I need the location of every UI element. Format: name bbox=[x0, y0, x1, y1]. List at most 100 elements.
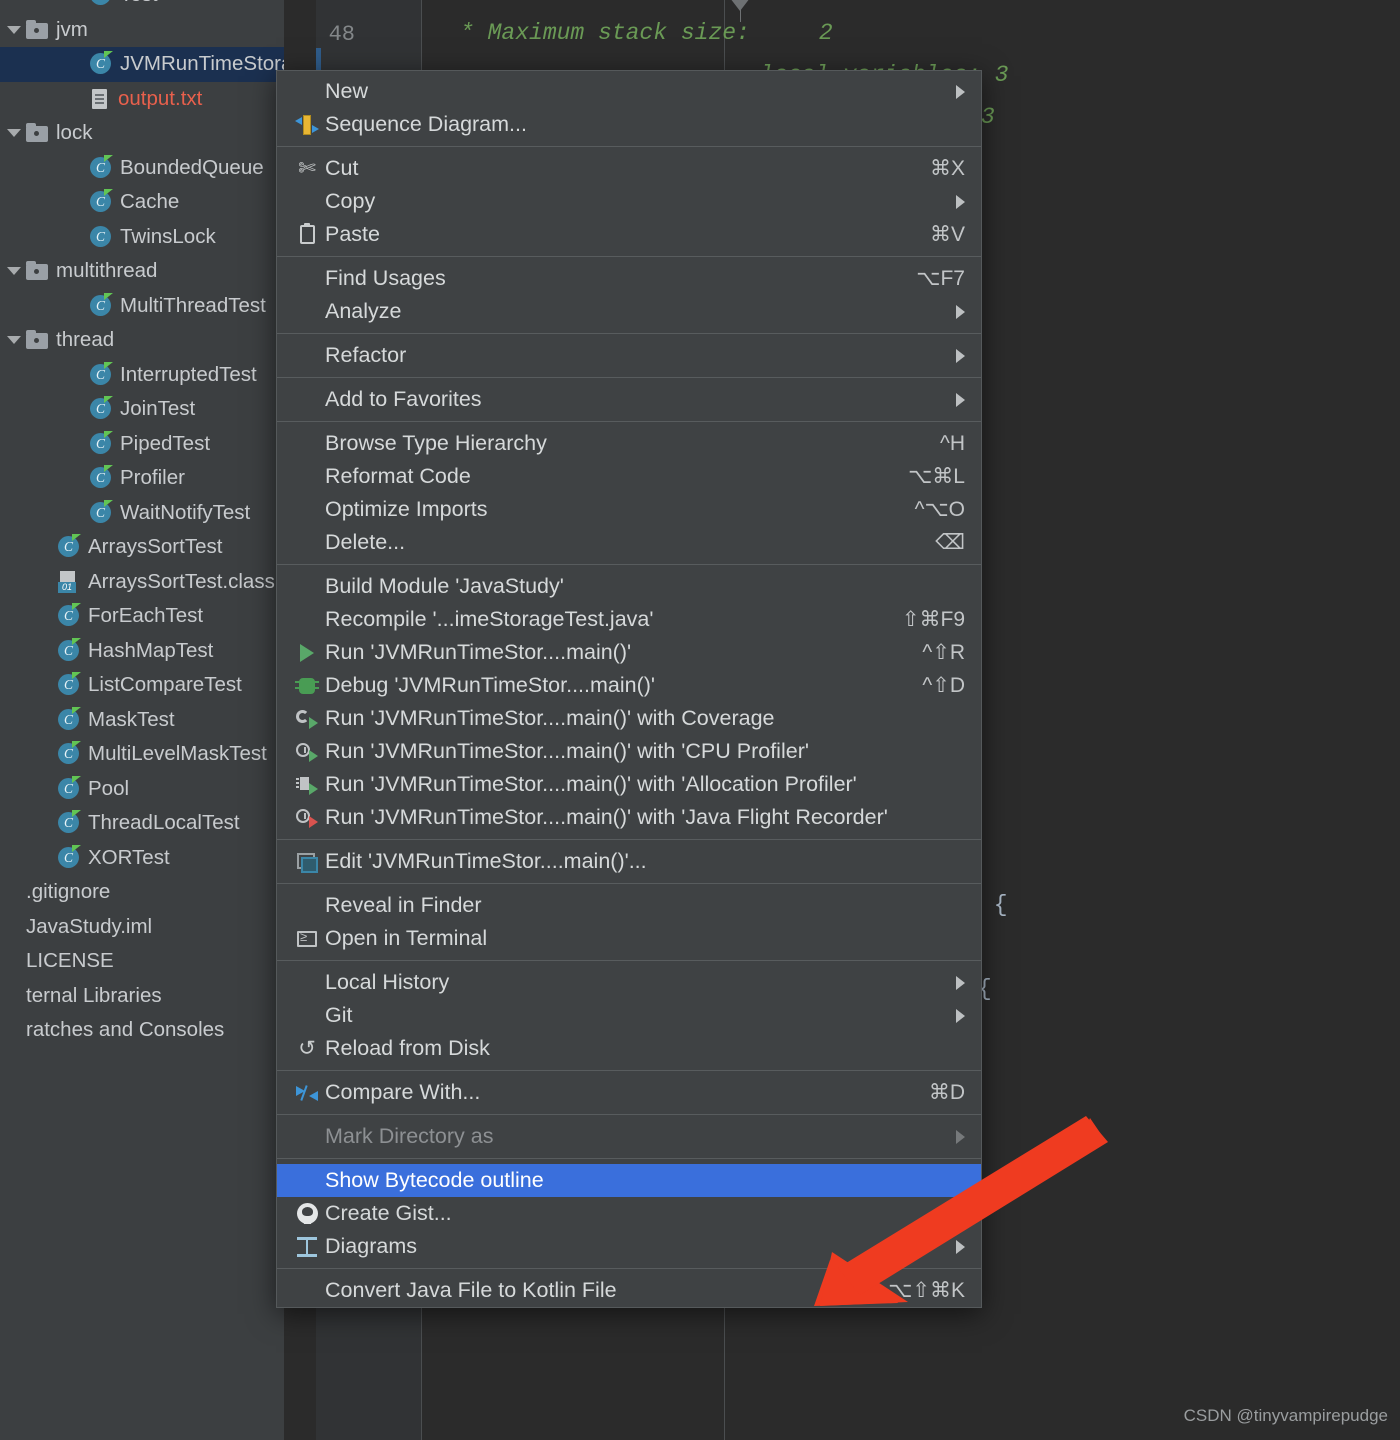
menu-item-reformat-code[interactable]: Reformat Code ⌥⌘L bbox=[277, 460, 981, 493]
menu-item-edit-jvmruntimestor-main[interactable]: Edit 'JVMRunTimeStor....main()'... bbox=[277, 845, 981, 878]
submenu-chevron-right-icon[interactable] bbox=[956, 84, 965, 99]
tree-item-cache[interactable]: Cache bbox=[0, 185, 284, 220]
submenu-chevron-right-icon[interactable] bbox=[956, 348, 965, 363]
menu-item-reload-from-disk[interactable]: ↺ Reload from Disk bbox=[277, 1032, 981, 1065]
tree-item-thread[interactable]: thread bbox=[0, 323, 284, 358]
menu-item-icon bbox=[291, 575, 323, 599]
tree-item-jvm[interactable]: jvm bbox=[0, 13, 284, 48]
menu-item-label: New bbox=[325, 79, 369, 103]
menu-item-convert-java-file-to-kotlin-file[interactable]: Convert Java File to Kotlin File ⌥⇧⌘K bbox=[277, 1274, 981, 1307]
menu-item-analyze[interactable]: Analyze bbox=[277, 295, 981, 328]
menu-separator bbox=[277, 1158, 981, 1159]
menu-item-label: Refactor bbox=[325, 343, 407, 367]
menu-item-local-history[interactable]: Local History bbox=[277, 966, 981, 999]
tree-item-jointest[interactable]: JoinTest bbox=[0, 392, 284, 427]
tree-item-twinslock[interactable]: TwinsLock bbox=[0, 220, 284, 255]
tree-expand-twisty-icon[interactable] bbox=[4, 261, 24, 281]
code-fold-chevron-icon[interactable] bbox=[730, 0, 752, 24]
submenu-chevron-right-icon[interactable] bbox=[956, 1129, 965, 1144]
tree-item-xortest[interactable]: XORTest bbox=[0, 841, 284, 876]
submenu-chevron-right-icon[interactable] bbox=[956, 194, 965, 209]
tree-item-pool[interactable]: Pool bbox=[0, 772, 284, 807]
menu-item-run-jvmruntimestor-main-with-cpu-profiler[interactable]: Run 'JVMRunTimeStor....main()' with 'CPU… bbox=[277, 735, 981, 768]
menu-item-icon: ↺ bbox=[291, 1037, 323, 1061]
tree-item-multithreadtest[interactable]: MultiThreadTest bbox=[0, 289, 284, 324]
menu-item-run-jvmruntimestor-main-with-java-flight-recorder[interactable]: Run 'JVMRunTimeStor....main()' with 'Jav… bbox=[277, 801, 981, 834]
tree-item-test[interactable]: Test bbox=[0, 0, 284, 13]
tree-item-arrayssorttest-class[interactable]: ArraysSortTest.class bbox=[0, 565, 284, 600]
tree-twisty-placeholder bbox=[4, 986, 24, 1006]
menu-item-diagrams[interactable]: Diagrams bbox=[277, 1230, 981, 1263]
menu-item-run-jvmruntimestor-main[interactable]: Run 'JVMRunTimeStor....main()' ^⇧R bbox=[277, 636, 981, 669]
menu-item-delete[interactable]: Delete... ⌫ bbox=[277, 526, 981, 559]
edit-config-icon bbox=[297, 852, 318, 873]
tree-item-foreachtest[interactable]: ForEachTest bbox=[0, 599, 284, 634]
menu-item-run-jvmruntimestor-main-with-coverage[interactable]: Run 'JVMRunTimeStor....main()' with Cove… bbox=[277, 702, 981, 735]
menu-item-find-usages[interactable]: Find Usages ⌥F7 bbox=[277, 262, 981, 295]
menu-item-copy[interactable]: Copy bbox=[277, 185, 981, 218]
menu-item-add-to-favorites[interactable]: Add to Favorites bbox=[277, 383, 981, 416]
tree-item-threadlocaltest[interactable]: ThreadLocalTest bbox=[0, 806, 284, 841]
menu-item-icon bbox=[291, 190, 323, 214]
tree-expand-twisty-icon[interactable] bbox=[4, 123, 24, 143]
submenu-chevron-right-icon[interactable] bbox=[956, 975, 965, 990]
menu-item-optimize-imports[interactable]: Optimize Imports ^⌥O bbox=[277, 493, 981, 526]
tree-item-lock[interactable]: lock bbox=[0, 116, 284, 151]
menu-item-sequence-diagram[interactable]: Sequence Diagram... bbox=[277, 108, 981, 141]
menu-item-label: Delete... bbox=[325, 530, 406, 554]
tree-item-license[interactable]: LICENSE bbox=[0, 944, 284, 979]
menu-item-browse-type-hierarchy[interactable]: Browse Type Hierarchy ^H bbox=[277, 427, 981, 460]
menu-item-new[interactable]: New bbox=[277, 75, 981, 108]
menu-item-icon bbox=[291, 1235, 323, 1259]
menu-item-create-gist[interactable]: Create Gist... bbox=[277, 1197, 981, 1230]
context-menu[interactable]: New Sequence Diagram... ✄ Cut ⌘X Copy Paste ⌘V F… bbox=[276, 70, 982, 1308]
menu-item-paste[interactable]: Paste ⌘V bbox=[277, 218, 981, 251]
menu-item-label: Add to Favorites bbox=[325, 387, 482, 411]
menu-item-build-module-javastudy[interactable]: Build Module 'JavaStudy' bbox=[277, 570, 981, 603]
menu-item-icon bbox=[291, 432, 323, 456]
tree-item-pipedtest[interactable]: PipedTest bbox=[0, 427, 284, 462]
menu-item-recompile-imestoragetest-java[interactable]: Recompile '...imeStorageTest.java' ⇧⌘F9 bbox=[277, 603, 981, 636]
tree-item-hashmaptest[interactable]: HashMapTest bbox=[0, 634, 284, 669]
tree-twisty-placeholder bbox=[68, 503, 88, 523]
tree-item-ternal-libraries[interactable]: ternal Libraries bbox=[0, 979, 284, 1014]
tree-item-jvmruntimestoragetest[interactable]: JVMRunTimeStorageTest bbox=[0, 47, 284, 82]
tree-item-label: TwinsLock bbox=[120, 224, 216, 248]
menu-item-debug-jvmruntimestor-main[interactable]: Debug 'JVMRunTimeStor....main()' ^⇧D bbox=[277, 669, 981, 702]
menu-item-show-bytecode-outline[interactable]: Show Bytecode outline bbox=[277, 1164, 981, 1197]
tree-item-listcomparetest[interactable]: ListCompareTest bbox=[0, 668, 284, 703]
java-class-runnable-icon bbox=[90, 189, 113, 213]
menu-item-reveal-in-finder[interactable]: Reveal in Finder bbox=[277, 889, 981, 922]
submenu-chevron-right-icon[interactable] bbox=[956, 392, 965, 407]
tree-item-output-txt[interactable]: output.txt bbox=[0, 82, 284, 117]
tree-expand-twisty-icon[interactable] bbox=[4, 330, 24, 350]
tree-item--gitignore[interactable]: .gitignore bbox=[0, 875, 284, 910]
menu-item-run-jvmruntimestor-main-with-allocation-profiler[interactable]: Run 'JVMRunTimeStor....main()' with 'All… bbox=[277, 768, 981, 801]
tree-item-multithread[interactable]: multithread bbox=[0, 254, 284, 289]
tree-expand-twisty-icon[interactable] bbox=[4, 20, 24, 40]
menu-item-label: Local History bbox=[325, 970, 450, 994]
tree-item-profiler[interactable]: Profiler bbox=[0, 461, 284, 496]
submenu-chevron-right-icon[interactable] bbox=[956, 1008, 965, 1023]
tree-item-label: HashMapTest bbox=[88, 638, 214, 662]
tree-item-label: LICENSE bbox=[26, 949, 114, 973]
submenu-chevron-right-icon[interactable] bbox=[956, 1239, 965, 1254]
submenu-chevron-right-icon[interactable] bbox=[956, 304, 965, 319]
menu-item-refactor[interactable]: Refactor bbox=[277, 339, 981, 372]
line-number: 48 bbox=[328, 22, 355, 47]
tree-item-waitnotifytest[interactable]: WaitNotifyTest bbox=[0, 496, 284, 531]
menu-item-open-in-terminal[interactable]: Open in Terminal bbox=[277, 922, 981, 955]
menu-item-git[interactable]: Git bbox=[277, 999, 981, 1032]
tree-item-interruptedtest[interactable]: InterruptedTest bbox=[0, 358, 284, 393]
tree-item-ratches-and-consoles[interactable]: ratches and Consoles bbox=[0, 1013, 284, 1048]
tree-item-masktest[interactable]: MaskTest bbox=[0, 703, 284, 738]
tree-item-multilevelmasktest[interactable]: MultiLevelMaskTest bbox=[0, 737, 284, 772]
tree-item-arrayssorttest[interactable]: ArraysSortTest bbox=[0, 530, 284, 565]
java-class-runnable-icon bbox=[90, 51, 113, 75]
tree-item-javastudy-iml[interactable]: JavaStudy.iml bbox=[0, 910, 284, 945]
menu-item-compare-with[interactable]: Compare With... ⌘D bbox=[277, 1076, 981, 1109]
project-tree-sidebar[interactable]: Test jvm JVMRunTimeStorageTest output.txt lo… bbox=[0, 0, 284, 1440]
tree-item-boundedqueue[interactable]: BoundedQueue bbox=[0, 151, 284, 186]
tree-item-label: Test bbox=[120, 0, 158, 7]
menu-item-cut[interactable]: ✄ Cut ⌘X bbox=[277, 152, 981, 185]
